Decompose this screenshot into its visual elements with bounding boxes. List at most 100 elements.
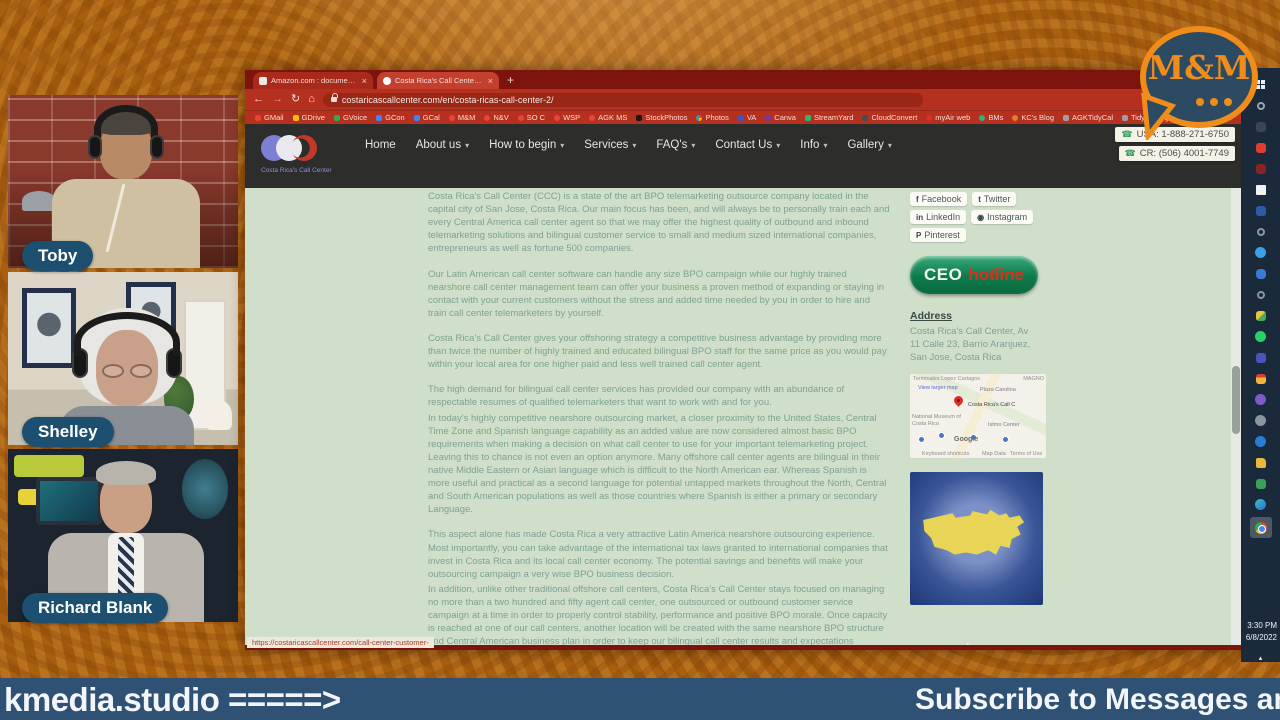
bookmark-item[interactable]: SO C xyxy=(518,113,545,122)
lamp-shade xyxy=(22,191,56,211)
google-map-embed[interactable]: Terminales Lopez Cartagos MAGNO View lar… xyxy=(910,374,1046,458)
bookmark-favicon xyxy=(589,115,595,121)
nav-services[interactable]: Services▾ xyxy=(584,139,636,151)
twitter-icon: t xyxy=(978,195,981,204)
taskbar-overflow-icon[interactable]: ▴ xyxy=(1241,654,1280,662)
bookmark-favicon xyxy=(484,115,490,121)
paragraph: Costa Rica's Call Center gives your offs… xyxy=(428,332,890,371)
paragraph: The high demand for bilingual call cente… xyxy=(428,383,890,409)
mouse-cursor xyxy=(967,643,979,645)
word-icon[interactable] xyxy=(1250,200,1272,221)
back-icon[interactable]: ← xyxy=(253,94,264,105)
taskbar-clock[interactable]: 3:30 PM 6/8/2022 xyxy=(1241,620,1280,644)
bookmark-item[interactable]: AGK MS xyxy=(589,113,627,122)
chrome-icon[interactable] xyxy=(1250,517,1272,538)
chevron-down-icon: ▾ xyxy=(888,141,892,150)
home-icon[interactable]: ⌂ xyxy=(308,94,315,105)
folder-icon[interactable] xyxy=(1250,452,1272,473)
reload-icon[interactable]: ↻ xyxy=(291,94,300,105)
c-app-icon[interactable] xyxy=(1250,242,1272,263)
browser-toolbar: ← → ↻ ⌂ costaricascallcenter.com/en/cost… xyxy=(245,89,1241,110)
bookmark-item[interactable]: GMail xyxy=(255,113,284,122)
ceo-hotline-button[interactable]: CEO hotline xyxy=(910,256,1038,294)
bookmark-item[interactable]: GCon xyxy=(376,113,405,122)
usa-silhouette xyxy=(921,504,1033,574)
nav-about-us[interactable]: About us▾ xyxy=(416,139,469,151)
paragraph: Our Latin American call center software … xyxy=(428,268,890,320)
bookmark-item[interactable]: KC's Blog xyxy=(1012,113,1054,122)
map-pin-icon[interactable] xyxy=(952,395,965,408)
instagram-button[interactable]: ◉Instagram xyxy=(971,210,1033,224)
bookmark-item[interactable]: VA xyxy=(738,113,756,122)
bookmark-item[interactable]: N&V xyxy=(484,113,508,122)
vpn-lock-icon[interactable] xyxy=(1250,473,1272,494)
settings-gear-icon[interactable] xyxy=(1250,410,1272,431)
nav-contact-us[interactable]: Contact Us▾ xyxy=(715,139,780,151)
messages-icon[interactable] xyxy=(1250,263,1272,284)
document-icon[interactable] xyxy=(1250,179,1272,200)
scrollbar-thumb[interactable] xyxy=(1232,366,1240,434)
chevron-down-icon: ▾ xyxy=(465,141,469,150)
linkedin-button[interactable]: inLinkedIn xyxy=(910,210,966,224)
nav-gallery[interactable]: Gallery▾ xyxy=(847,139,891,151)
glasses-icon xyxy=(130,364,152,378)
nav-how-to-begin[interactable]: How to begin▾ xyxy=(489,139,564,151)
paragraph: In today's highly competitive nearshore … xyxy=(428,412,890,517)
bookmark-favicon xyxy=(926,115,932,121)
tab-costa-rica-call-center[interactable]: Costa Rica's Call Center | Costa R × xyxy=(377,72,499,89)
tv-screen xyxy=(36,477,102,525)
bookmark-item[interactable]: StockPhotos xyxy=(636,113,687,122)
adobe-pdf-icon[interactable] xyxy=(1250,137,1272,158)
edge-icon[interactable] xyxy=(1250,494,1272,515)
bookmark-item[interactable]: StreamYard xyxy=(805,113,853,122)
page-scrollbar[interactable] xyxy=(1231,188,1241,645)
headphones-band-icon xyxy=(94,105,158,139)
bookmark-favicon xyxy=(636,115,642,121)
nav-info[interactable]: Info▾ xyxy=(800,139,827,151)
outlook-icon[interactable] xyxy=(1250,431,1272,452)
bookmark-item[interactable]: BMs xyxy=(979,113,1003,122)
ticker-right-text: Subscribe to Messages and Me xyxy=(915,683,1280,717)
bookmark-item[interactable]: Photos xyxy=(696,113,728,122)
address-bar[interactable]: costaricascallcenter.com/en/costa-ricas-… xyxy=(323,93,923,107)
phone-cr[interactable]: ☎CR: (506) 4001-7749 xyxy=(1119,146,1235,161)
bookmark-item[interactable]: AGKTidyCal xyxy=(1063,113,1113,122)
view-larger-map-link[interactable]: View larger map xyxy=(918,385,958,391)
arcade-glow xyxy=(182,459,228,519)
discord-icon[interactable] xyxy=(1250,389,1272,410)
chevron-down-icon: ▾ xyxy=(691,141,695,150)
adobe-cc-icon[interactable] xyxy=(1250,158,1272,179)
bookmark-item[interactable]: GCal xyxy=(414,113,440,122)
chevron-down-icon: ▾ xyxy=(823,141,827,150)
tab-favicon xyxy=(259,77,267,85)
tab-close-icon[interactable]: × xyxy=(488,76,493,86)
tab-amazon[interactable]: Amazon.com : document holder × xyxy=(253,72,373,89)
bookmark-item[interactable]: M&M xyxy=(449,113,476,122)
bookmark-favicon xyxy=(518,115,524,121)
bookmark-item[interactable]: GDrive xyxy=(293,113,325,122)
bookmark-item[interactable]: WSP xyxy=(554,113,580,122)
windows-taskbar: 3:30 PM 6/8/2022 ▴ xyxy=(1241,68,1280,662)
bookmark-item[interactable]: Canva xyxy=(765,113,796,122)
tab-close-icon[interactable]: × xyxy=(362,76,367,86)
logo-circle xyxy=(291,135,317,161)
new-tab-button[interactable]: + xyxy=(507,73,514,87)
twitter-button[interactable]: tTwitter xyxy=(972,192,1016,206)
forward-icon[interactable]: → xyxy=(272,94,283,105)
bookmark-item[interactable]: GVoice xyxy=(334,113,367,122)
sticky-notes-icon[interactable] xyxy=(1250,305,1272,326)
whatsapp-icon[interactable] xyxy=(1250,326,1272,347)
url-text: costaricascallcenter.com/en/costa-ricas-… xyxy=(342,95,554,105)
bookmark-item[interactable]: CloudConvert xyxy=(862,113,917,122)
pinterest-button[interactable]: PPinterest xyxy=(910,228,966,242)
calendar-app-icon[interactable] xyxy=(1250,368,1272,389)
clock-app-icon[interactable] xyxy=(1250,284,1272,305)
nav-home[interactable]: Home xyxy=(365,139,396,151)
nav-faqs[interactable]: FAQ's▾ xyxy=(656,139,695,151)
teams-icon[interactable] xyxy=(1250,347,1272,368)
site-logo-text: Costa Rica's Call Center xyxy=(261,167,353,174)
bookmark-item[interactable]: myAir web xyxy=(926,113,970,122)
media-player-icon[interactable] xyxy=(1250,221,1272,242)
facebook-button[interactable]: fFacebook xyxy=(910,192,967,206)
neon-light xyxy=(14,455,84,477)
